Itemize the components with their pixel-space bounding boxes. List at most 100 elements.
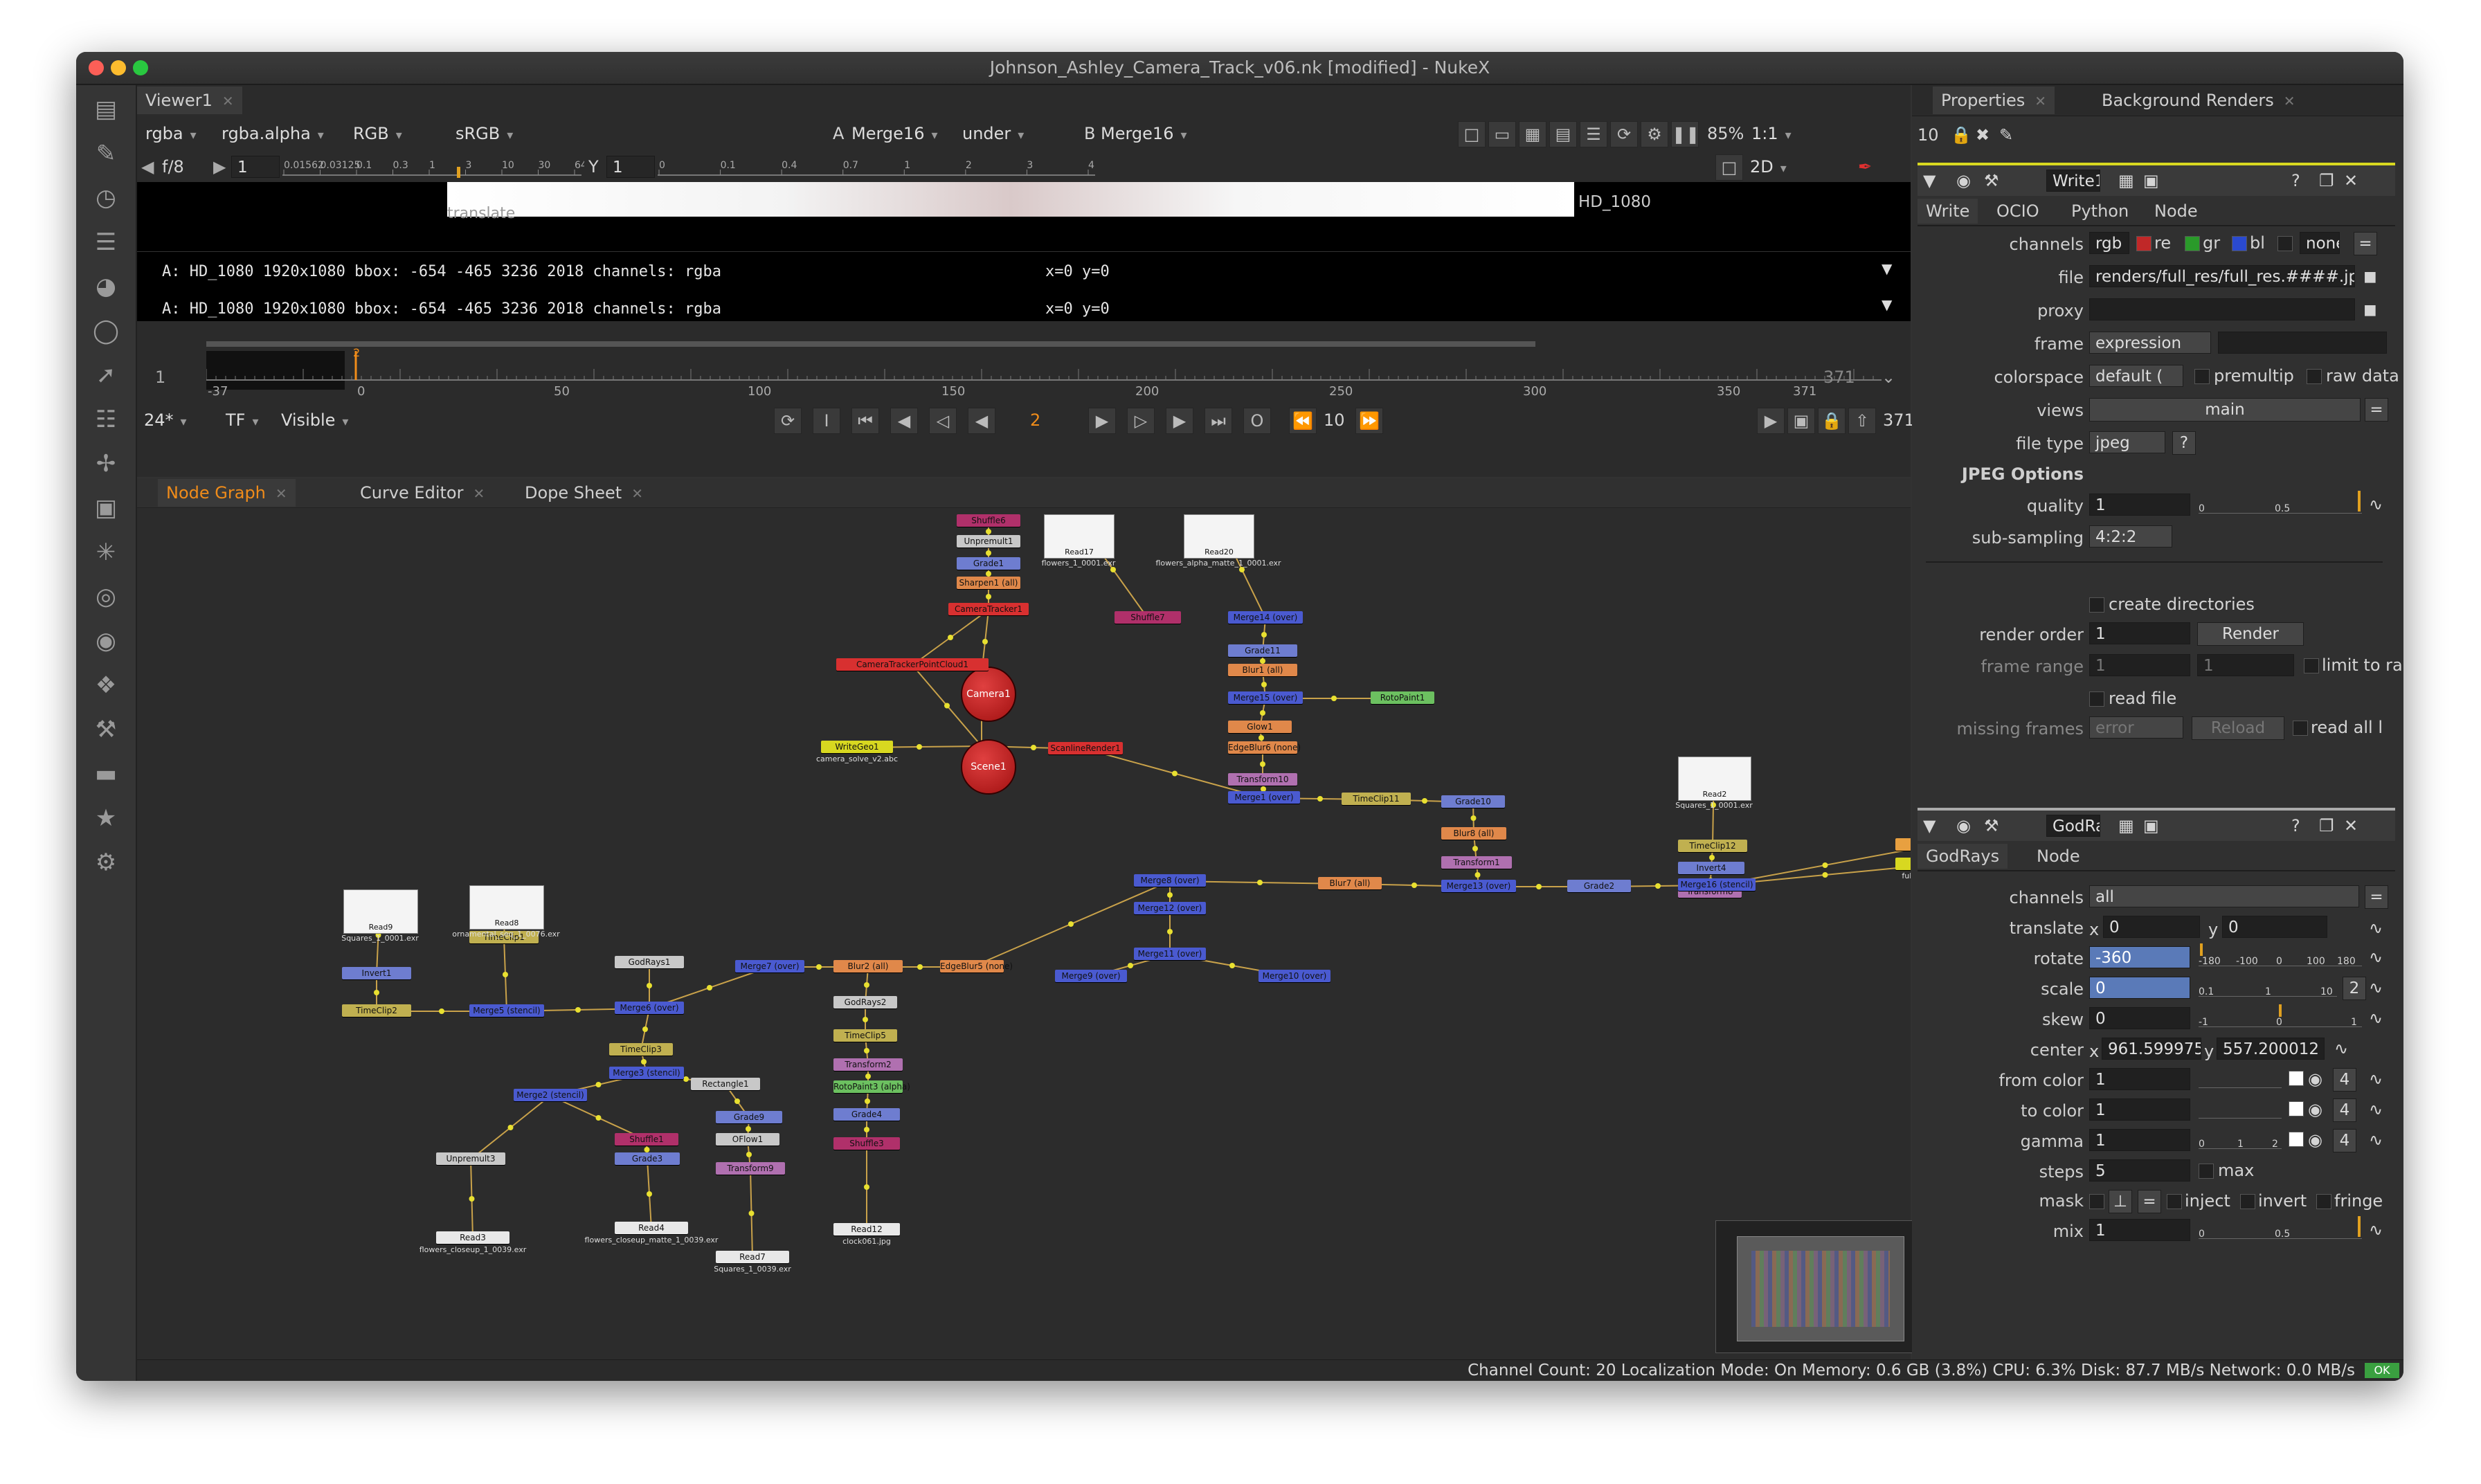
gr-channels-dropdown[interactable]: all <box>2089 885 2359 907</box>
gamma-slider[interactable]: 0 0.1 0.4 0.7 1 2 3 4 <box>655 154 1098 181</box>
timeline-start[interactable]: 1 <box>155 365 165 390</box>
frame-expression-field[interactable] <box>2218 332 2387 354</box>
node-grade2[interactable]: Grade2 <box>1567 880 1631 892</box>
node-merge13[interactable]: Merge13 (over) <box>1441 880 1516 892</box>
node-edgeblur5[interactable]: EdgeBlur5 (none) <box>940 960 1013 972</box>
godrays-close-icon[interactable]: ✕ <box>2344 813 2358 838</box>
pause-icon[interactable]: ❚❚ <box>1671 121 1699 147</box>
node-read2[interactable]: Read2 <box>1678 757 1751 801</box>
views-dropdown[interactable]: main <box>2089 398 2361 422</box>
lock-icon[interactable]: 🔒 <box>1818 408 1846 434</box>
premultiplied-checkbox[interactable] <box>2194 369 2210 384</box>
roi-icon[interactable]: □ <box>1458 121 1486 147</box>
node-merge11[interactable]: Merge11 (over) <box>1134 948 1206 960</box>
alpha-channel-dropdown[interactable]: none <box>2300 232 2340 254</box>
render-order-field[interactable]: 1 <box>2089 622 2190 644</box>
node-unpremult1[interactable]: Unpremult1 <box>957 535 1020 548</box>
node-merge5[interactable]: Merge5 (stencil) <box>469 1004 544 1017</box>
step-forward-icon[interactable]: ⏩ <box>1355 408 1383 434</box>
furnace-tool-icon[interactable]: ★ <box>91 804 120 833</box>
node-merge3[interactable]: Merge3 (stencil) <box>609 1067 684 1079</box>
node-merge1[interactable]: Merge1 (over) <box>1228 791 1300 804</box>
skew-slider[interactable]: -1 0 1 <box>2199 1004 2362 1028</box>
mix-field[interactable]: 1 <box>2089 1219 2190 1241</box>
node-merge7[interactable]: Merge7 (over) <box>735 960 804 972</box>
tab-background-renders[interactable]: Background Renders ✕ <box>2093 87 2304 114</box>
deep-tool-icon[interactable]: ◎ <box>91 582 120 611</box>
gamma-field[interactable]: 1 <box>2089 1129 2190 1151</box>
mix-slider[interactable]: 0 0.5 <box>2199 1216 2362 1240</box>
tab-godrays-node[interactable]: Node <box>2028 844 2088 869</box>
skew-field[interactable]: 0 <box>2089 1007 2190 1029</box>
node-camera1[interactable]: Camera1 <box>961 667 1016 722</box>
node-merge14[interactable]: Merge14 (over) <box>1228 611 1303 624</box>
prev-key-icon[interactable]: ◀ <box>890 408 918 434</box>
skew-animate-icon[interactable]: ∿ <box>2369 1006 2383 1031</box>
proxy-browse-icon[interactable]: ◼ <box>2363 297 2377 322</box>
frame-mode-dropdown[interactable]: expression <box>2089 332 2211 354</box>
node-tool-icon[interactable]: ⚒ <box>1984 168 1999 193</box>
float-panel-icon[interactable]: ✎ <box>1999 123 2013 147</box>
center-y-field[interactable]: 557.200012 <box>2217 1038 2325 1060</box>
scale-dimensions-button[interactable]: 2 <box>2343 977 2366 1000</box>
3d-tool-icon[interactable]: ▣ <box>91 494 120 523</box>
display-dropdown[interactable]: RGB <box>353 121 402 146</box>
proxy-icon[interactable]: ▤ <box>1549 121 1577 147</box>
translate-x-field[interactable]: 0 <box>2103 916 2200 938</box>
a-input-dropdown[interactable]: Merge16 <box>851 121 938 146</box>
file-browse-icon[interactable]: ◼ <box>2363 264 2377 289</box>
create-directories-checkbox[interactable] <box>2089 597 2104 613</box>
node-grade1[interactable]: Grade1 <box>957 557 1020 570</box>
out-point-icon[interactable]: O <box>1243 408 1271 434</box>
loop-icon[interactable]: ⟳ <box>774 408 802 434</box>
tab-write[interactable]: Write <box>1918 199 1978 224</box>
next-frame-icon[interactable]: ▷ <box>1127 408 1155 434</box>
zoom-level[interactable]: 85% <box>1707 121 1744 146</box>
timeline[interactable]: -370501001502002503003503712 <box>206 341 1951 397</box>
tab-python[interactable]: Python <box>2063 199 2137 224</box>
godrays-color-icon[interactable]: ▦ <box>2118 813 2134 838</box>
step-value[interactable]: 10 <box>1324 408 1345 433</box>
node-timeclip12[interactable]: TimeClip12 <box>1678 840 1747 852</box>
lock-panel-icon[interactable]: 🔒 <box>1951 123 1972 147</box>
node-shuffle6[interactable]: Shuffle6 <box>957 514 1020 527</box>
metadata-tool-icon[interactable]: ❖ <box>91 671 120 700</box>
node-name-field[interactable]: Write1 <box>2046 170 2100 192</box>
file-field[interactable]: renders/full_res/full_res.####.jpg <box>2089 265 2355 287</box>
node-shuffle7[interactable]: Shuffle7 <box>1115 611 1181 624</box>
next-stop-icon[interactable]: ▶ <box>213 154 226 179</box>
node-timeclip2[interactable]: TimeClip2 <box>342 1004 411 1017</box>
node-transform9[interactable]: Transform9 <box>716 1162 785 1175</box>
clipping-icon[interactable]: ▦ <box>1519 121 1546 147</box>
node-transform1[interactable]: Transform1 <box>1441 856 1512 869</box>
reload-button[interactable]: Reload <box>2192 716 2284 740</box>
limit-range-checkbox[interactable] <box>2304 658 2319 673</box>
toolsets-icon[interactable]: ⚒ <box>91 715 120 744</box>
node-merge2[interactable]: Merge2 (stencil) <box>514 1089 587 1101</box>
node-merge16[interactable]: Merge16 (stencil) <box>1678 878 1756 891</box>
filter-tool-icon[interactable]: ◯ <box>91 316 120 345</box>
node-grade9[interactable]: Grade9 <box>716 1111 782 1123</box>
frame-range-last[interactable]: 1 <box>2197 654 2294 676</box>
center-animate-icon[interactable]: ∿ <box>2334 1036 2348 1061</box>
node-write1[interactable]: Write1 <box>1895 858 1911 870</box>
center-x-field[interactable]: 961.599975 <box>2102 1038 2201 1060</box>
node-read20[interactable]: Read20 <box>1184 514 1254 559</box>
node-blur1[interactable]: Blur1 (all) <box>1228 664 1297 676</box>
node-read8[interactable]: Read8 <box>469 885 544 930</box>
merge-tool-icon[interactable]: ☷ <box>91 405 120 434</box>
steps-field[interactable]: 5 <box>2089 1159 2190 1182</box>
frame-range-first[interactable]: 1 <box>2089 654 2190 676</box>
gamma-dimensions[interactable]: 4 <box>2333 1129 2356 1152</box>
layers-icon[interactable]: ☰ <box>1580 121 1607 147</box>
from-color-swatch[interactable] <box>2289 1071 2304 1086</box>
node-scene1[interactable]: Scene1 <box>961 739 1016 795</box>
info-dropdown-icon-b[interactable]: ▼ <box>1882 292 1892 317</box>
node-glow1[interactable]: Glow1 <box>1228 721 1292 733</box>
minimize-window-button[interactable] <box>111 60 126 75</box>
render-icon[interactable]: ▣ <box>1787 408 1815 434</box>
tab-viewer[interactable]: Viewer1 ✕ <box>137 87 242 114</box>
other-tool-icon[interactable]: ▬ <box>91 759 120 788</box>
time-tool-icon[interactable]: ◷ <box>91 183 120 212</box>
node-merge8[interactable]: Merge8 (over) <box>1134 874 1206 887</box>
